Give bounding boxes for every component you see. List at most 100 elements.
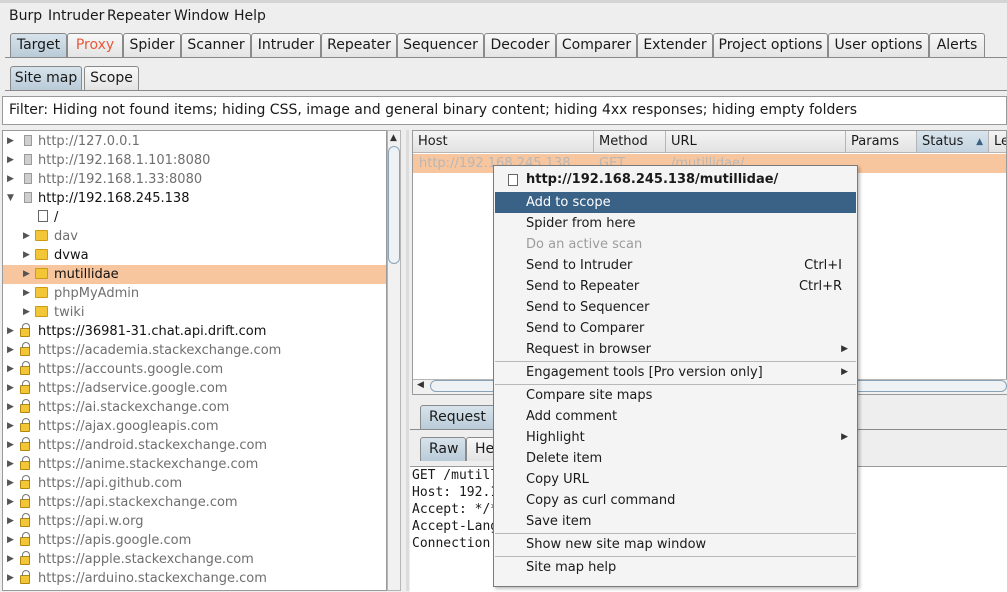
menu-item-send-to-repeater[interactable]: Send to Repeater Ctrl+R: [495, 276, 856, 297]
menu-repeater[interactable]: Repeater: [107, 8, 171, 24]
col-length[interactable]: Le: [989, 131, 1006, 153]
tree-item[interactable]: ▶ dvwa: [3, 246, 386, 265]
menu-item-compare-site-maps[interactable]: Compare site maps: [495, 385, 856, 406]
menu-item-copy-url[interactable]: Copy URL: [495, 469, 856, 490]
tree-item[interactable]: ▶ dav: [3, 227, 386, 246]
split-pane-divider[interactable]: [406, 130, 409, 591]
tab-spider[interactable]: Spider: [123, 33, 181, 57]
tree-item[interactable]: ▶ https://apis.google.com: [3, 531, 386, 550]
scroll-up-arrow-icon[interactable]: ▲: [390, 133, 397, 143]
tree-item[interactable]: ▶ https://36981-31.chat.api.drift.com: [3, 322, 386, 341]
menu-item-send-to-comparer[interactable]: Send to Comparer: [495, 318, 856, 339]
menu-item-highlight[interactable]: Highlight ▶: [495, 427, 856, 448]
tree-item[interactable]: ▶ https://api.w.org: [3, 512, 386, 531]
expand-arrow-right-icon[interactable]: ▶: [7, 531, 14, 550]
expand-arrow-right-icon[interactable]: ▶: [7, 132, 14, 151]
tab-intruder[interactable]: Intruder: [251, 33, 321, 57]
menu-item-request-in-browser[interactable]: Request in browser ▶: [495, 339, 856, 360]
tab-extender[interactable]: Extender: [637, 33, 713, 57]
col-status[interactable]: Status ▲: [917, 131, 989, 153]
tab-proxy[interactable]: Proxy: [67, 33, 123, 57]
tab-user-options[interactable]: User options: [828, 33, 929, 57]
menu-item-send-to-sequencer[interactable]: Send to Sequencer: [495, 297, 856, 318]
menu-item-send-to-intruder[interactable]: Send to Intruder Ctrl+I: [495, 255, 856, 276]
tree-item[interactable]: ▶ https://api.github.com: [3, 474, 386, 493]
tree-item[interactable]: ▶ phpMyAdmin: [3, 284, 386, 303]
tree-item[interactable]: ▶ https://api.stackexchange.com: [3, 493, 386, 512]
tree-item[interactable]: ▶ https://android.stackexchange.com: [3, 436, 386, 455]
tab-sequencer[interactable]: Sequencer: [397, 33, 484, 57]
menu-item-spider-from-here[interactable]: Spider from here: [495, 213, 856, 234]
tree-item[interactable]: ▶ https://adservice.google.com: [3, 379, 386, 398]
menu-item-engagement-tools-pro-version-only[interactable]: Engagement tools [Pro version only] ▶: [495, 362, 856, 383]
tab-site-map[interactable]: Site map: [10, 66, 82, 90]
site-map-tree[interactable]: ▶ http://127.0.0.1 ▶ http://192.168.1.101:8…: [2, 130, 387, 591]
menu-item-add-to-scope[interactable]: Add to scope: [495, 192, 856, 213]
tab-target[interactable]: Target: [10, 33, 67, 57]
tree-item[interactable]: ▶ https://academia.stackexchange.com: [3, 341, 386, 360]
menu-item-site-map-help[interactable]: Site map help: [495, 557, 856, 578]
expand-arrow-right-icon[interactable]: ▶: [23, 303, 30, 322]
tree-item[interactable]: ▶ https://anime.stackexchange.com: [3, 455, 386, 474]
menu-burp[interactable]: Burp: [9, 8, 42, 24]
tab-alerts[interactable]: Alerts: [929, 33, 985, 57]
expand-arrow-right-icon[interactable]: ▶: [23, 265, 30, 284]
col-url[interactable]: URL: [666, 131, 846, 153]
expand-arrow-right-icon[interactable]: ▶: [7, 170, 14, 189]
menu-window[interactable]: Window: [174, 8, 229, 24]
expand-arrow-right-icon[interactable]: ▶: [7, 151, 14, 170]
tree-item[interactable]: ▶ twiki: [3, 303, 386, 322]
expand-arrow-right-icon[interactable]: ▶: [23, 246, 30, 265]
expand-arrow-right-icon[interactable]: ▶: [7, 322, 14, 341]
col-params[interactable]: Params: [846, 131, 917, 153]
tree-item[interactable]: /: [3, 208, 386, 227]
expand-arrow-right-icon[interactable]: ▶: [7, 417, 14, 436]
menu-item-copy-as-curl-command[interactable]: Copy as curl command: [495, 490, 856, 511]
expand-arrow-right-icon[interactable]: ▶: [7, 474, 14, 493]
expand-arrow-right-icon[interactable]: ▶: [7, 512, 14, 531]
expand-arrow-right-icon[interactable]: ▶: [7, 569, 14, 588]
menu-item-show-new-site-map-window[interactable]: Show new site map window: [495, 534, 856, 555]
expand-arrow-right-icon[interactable]: ▶: [23, 227, 30, 246]
tab-request[interactable]: Request: [420, 405, 500, 429]
tree-item[interactable]: ▶ https://apple.stackexchange.com: [3, 550, 386, 569]
menu-shortcut: Ctrl+R: [798, 279, 842, 294]
menu-item-add-comment[interactable]: Add comment: [495, 406, 856, 427]
tab-comparer[interactable]: Comparer: [556, 33, 637, 57]
tree-item[interactable]: ▶ https://ajax.googleapis.com: [3, 417, 386, 436]
tree-item[interactable]: ▶ http://192.168.1.33:8080: [3, 170, 386, 189]
tab-scanner[interactable]: Scanner: [181, 33, 251, 57]
tree-item[interactable]: ▶ http://192.168.1.101:8080: [3, 151, 386, 170]
col-method[interactable]: Method: [594, 131, 666, 153]
scroll-left-arrow-icon[interactable]: ◀: [417, 380, 424, 390]
expand-arrow-right-icon[interactable]: ▶: [7, 550, 14, 569]
expand-arrow-down-icon[interactable]: ▼: [7, 189, 14, 208]
expand-arrow-right-icon[interactable]: ▶: [7, 379, 14, 398]
menu-item-delete-item[interactable]: Delete item: [495, 448, 856, 469]
menu-item-save-item[interactable]: Save item: [495, 511, 856, 532]
tab-scope[interactable]: Scope: [84, 66, 139, 90]
expand-arrow-right-icon[interactable]: ▶: [7, 398, 14, 417]
tree-item[interactable]: ▼ http://192.168.245.138: [3, 189, 386, 208]
menu-intruder[interactable]: Intruder: [48, 8, 104, 24]
expand-arrow-right-icon[interactable]: ▶: [23, 284, 30, 303]
menu-help[interactable]: Help: [234, 8, 266, 24]
tree-item[interactable]: ▶ mutillidae: [3, 265, 386, 284]
expand-arrow-right-icon[interactable]: ▶: [7, 436, 14, 455]
menu-item-label: Send to Repeater: [526, 279, 640, 294]
tab-project-options[interactable]: Project options: [713, 33, 828, 57]
tab-raw[interactable]: Raw: [420, 437, 466, 461]
tree-item[interactable]: ▶ http://127.0.0.1: [3, 132, 386, 151]
expand-arrow-right-icon[interactable]: ▶: [7, 455, 14, 474]
tab-decoder[interactable]: Decoder: [484, 33, 556, 57]
expand-arrow-right-icon[interactable]: ▶: [7, 341, 14, 360]
col-host[interactable]: Host: [413, 131, 594, 153]
tree-item[interactable]: ▶ https://arduino.stackexchange.com: [3, 569, 386, 588]
expand-arrow-right-icon[interactable]: ▶: [7, 360, 14, 379]
tree-scrollbar-thumb[interactable]: [388, 146, 400, 264]
tree-item[interactable]: ▶ https://accounts.google.com: [3, 360, 386, 379]
tab-repeater[interactable]: Repeater: [321, 33, 397, 57]
tree-item[interactable]: ▶ https://ai.stackexchange.com: [3, 398, 386, 417]
filter-bar[interactable]: Filter: Hiding not found items; hiding C…: [2, 96, 1007, 125]
expand-arrow-right-icon[interactable]: ▶: [7, 493, 14, 512]
